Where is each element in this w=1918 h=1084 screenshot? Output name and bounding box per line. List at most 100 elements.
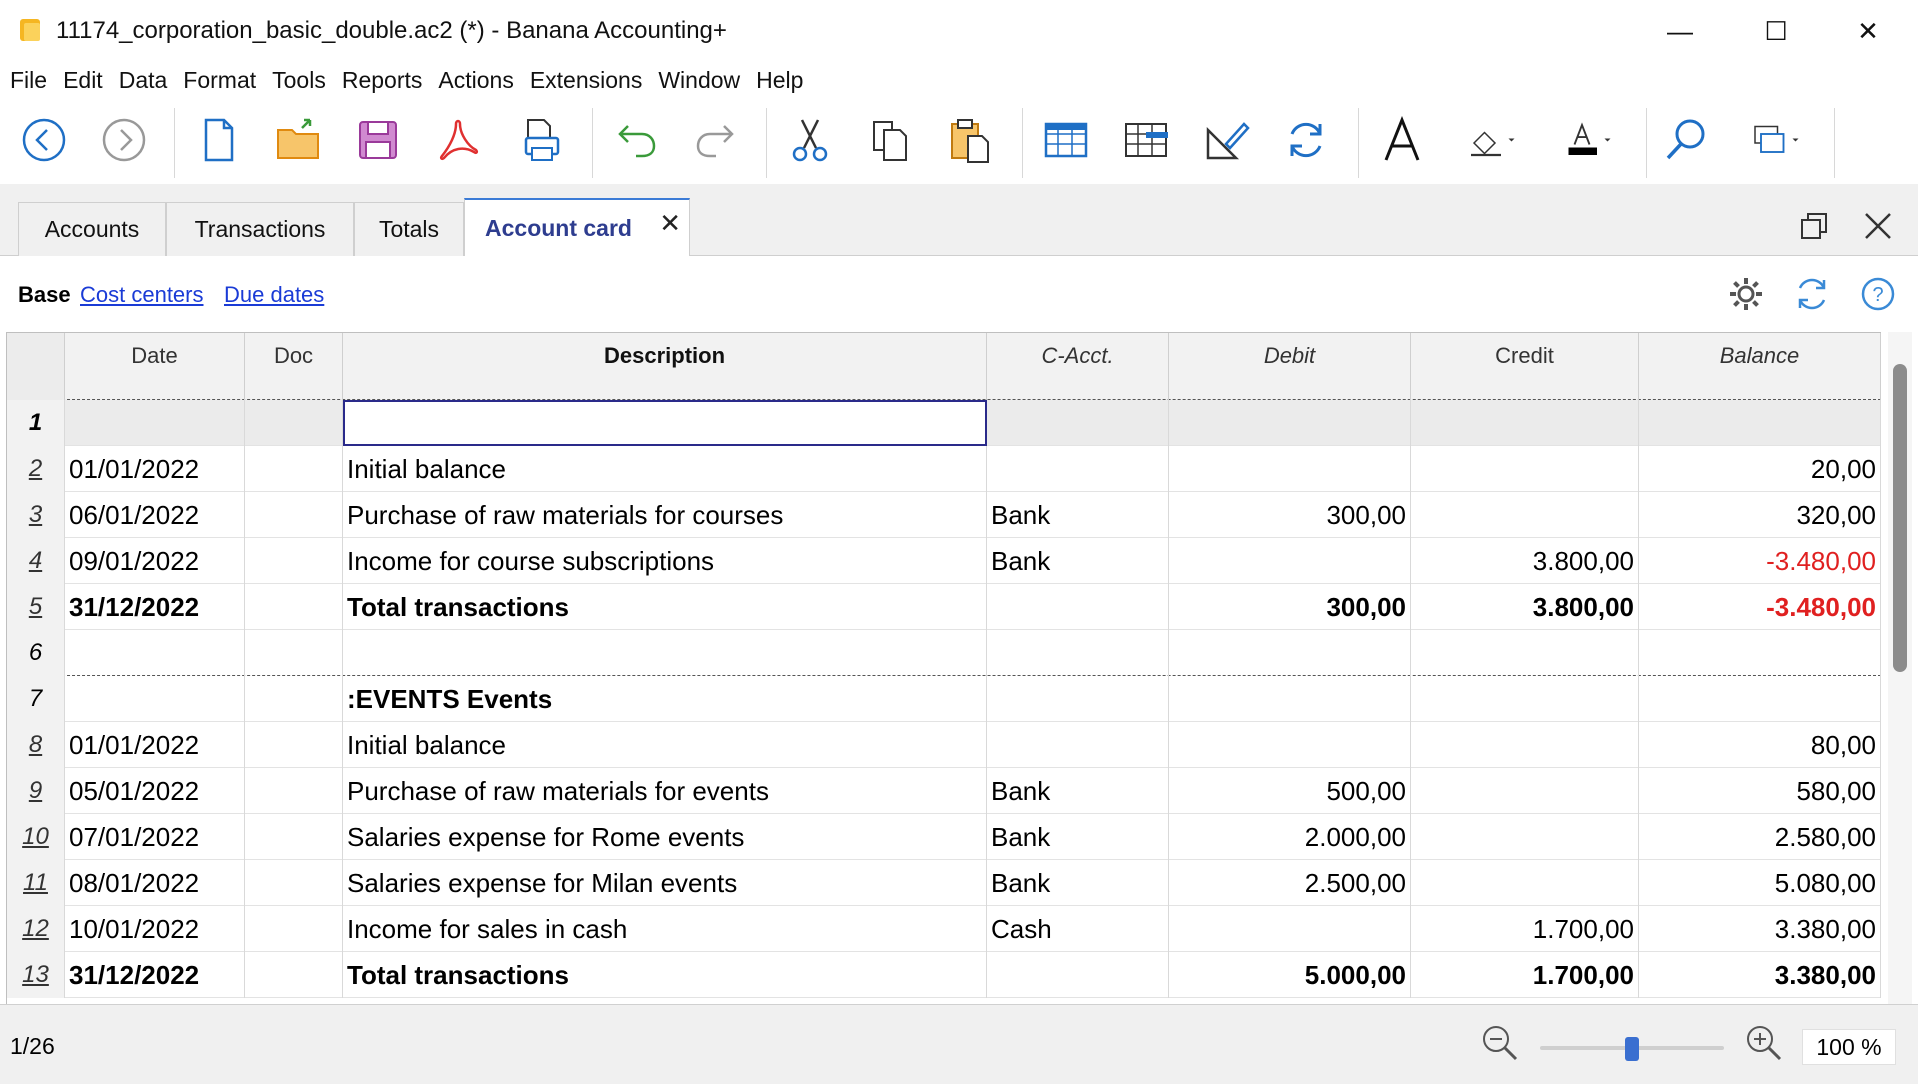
cell-doc[interactable] — [245, 400, 343, 446]
undo-button[interactable] — [608, 112, 664, 168]
close-tab-icon[interactable]: ✕ — [659, 208, 681, 239]
header-balance[interactable]: Balance — [1639, 333, 1881, 401]
refresh-icon[interactable] — [1792, 274, 1832, 314]
menu-tools[interactable]: Tools — [272, 67, 326, 94]
zoom-slider-thumb[interactable] — [1625, 1037, 1639, 1061]
cell-debit[interactable]: 300,00 — [1169, 584, 1411, 630]
settings-gear-icon[interactable] — [1726, 274, 1766, 314]
cut-button[interactable] — [782, 112, 838, 168]
cell-credit[interactable] — [1411, 400, 1639, 446]
font-button[interactable] — [1374, 112, 1430, 168]
cell-debit[interactable] — [1169, 538, 1411, 584]
row-number[interactable]: 9 — [7, 768, 65, 814]
find-button[interactable] — [1658, 112, 1714, 168]
row-number[interactable]: 10 — [7, 814, 65, 860]
cell-contra-account[interactable] — [987, 446, 1169, 492]
cell-credit[interactable] — [1411, 722, 1639, 768]
menu-edit[interactable]: Edit — [63, 67, 103, 94]
cell-credit[interactable]: 1.700,00 — [1411, 952, 1639, 998]
forward-button[interactable] — [96, 112, 152, 168]
row-number[interactable]: 3 — [7, 492, 65, 538]
cell-debit[interactable] — [1169, 400, 1411, 446]
vertical-scrollbar[interactable] — [1888, 332, 1912, 1004]
cell-description[interactable]: Salaries expense for Rome events — [343, 814, 987, 860]
cell-contra-account[interactable]: Cash — [987, 906, 1169, 952]
cell-doc[interactable] — [245, 722, 343, 768]
row-number[interactable]: 8 — [7, 722, 65, 768]
cell-description[interactable]: Income for sales in cash — [343, 906, 987, 952]
cell-doc[interactable] — [245, 768, 343, 814]
cell-credit[interactable] — [1411, 768, 1639, 814]
cell-date[interactable]: 31/12/2022 — [65, 584, 245, 630]
cell-date[interactable]: 05/01/2022 — [65, 768, 245, 814]
cell-date[interactable]: 10/01/2022 — [65, 906, 245, 952]
cell-description[interactable]: Initial balance — [343, 446, 987, 492]
insert-row-button[interactable] — [1038, 112, 1094, 168]
table-row[interactable]: 1 :COURSES Courses — [7, 400, 1881, 446]
tab-accounts[interactable]: Accounts — [18, 202, 166, 256]
tab-account-card[interactable]: Account card ✕ — [464, 198, 690, 256]
table-row[interactable]: 12 10/01/2022 Income for sales in cash Cash… — [7, 906, 1881, 952]
cell-doc[interactable] — [245, 446, 343, 492]
cell-description[interactable]: Initial balance — [343, 722, 987, 768]
paste-button[interactable] — [942, 112, 998, 168]
cell-balance[interactable]: 3.380,00 — [1639, 906, 1881, 952]
print-button[interactable] — [512, 112, 568, 168]
cell-balance[interactable] — [1639, 400, 1881, 446]
new-file-button[interactable] — [190, 112, 246, 168]
row-number[interactable]: 12 — [7, 906, 65, 952]
pdf-button[interactable] — [430, 112, 486, 168]
cell-doc[interactable] — [245, 906, 343, 952]
redo-button[interactable] — [688, 112, 744, 168]
cell-date[interactable]: 07/01/2022 — [65, 814, 245, 860]
cell-contra-account[interactable]: Bank — [987, 814, 1169, 860]
menu-format[interactable]: Format — [183, 67, 256, 94]
table-row[interactable]: 10 07/01/2022 Salaries expense for Rome ev… — [7, 814, 1881, 860]
header-credit[interactable]: Credit — [1411, 333, 1639, 401]
cell-date[interactable] — [65, 630, 245, 676]
table-row[interactable]: 2 01/01/2022 Initial balance 20,00 — [7, 446, 1881, 492]
fill-color-button[interactable] — [1454, 112, 1530, 168]
cell-debit[interactable]: 300,00 — [1169, 492, 1411, 538]
menu-file[interactable]: File — [10, 67, 47, 94]
cell-contra-account[interactable]: Bank — [987, 492, 1169, 538]
row-number[interactable]: 7 — [7, 676, 65, 722]
scrollbar-thumb[interactable] — [1893, 364, 1907, 672]
cell-credit[interactable] — [1411, 676, 1639, 722]
menu-data[interactable]: Data — [119, 67, 168, 94]
restore-pane-icon[interactable] — [1798, 210, 1830, 249]
cell-contra-account[interactable] — [987, 584, 1169, 630]
header-contra-account[interactable]: C-Acct. — [987, 333, 1169, 401]
cell-contra-account[interactable] — [987, 722, 1169, 768]
menu-actions[interactable]: Actions — [438, 67, 513, 94]
cell-balance[interactable]: 320,00 — [1639, 492, 1881, 538]
row-number[interactable]: 11 — [7, 860, 65, 906]
cell-description[interactable]: :COURSES Courses — [343, 400, 987, 446]
cell-debit[interactable]: 5.000,00 — [1169, 952, 1411, 998]
cell-credit[interactable] — [1411, 814, 1639, 860]
minimize-button[interactable]: — — [1640, 0, 1720, 62]
cell-description[interactable] — [343, 630, 987, 676]
cell-description[interactable]: Income for course subscriptions — [343, 538, 987, 584]
row-number[interactable]: 1 — [7, 400, 65, 446]
cell-balance[interactable] — [1639, 676, 1881, 722]
cell-doc[interactable] — [245, 538, 343, 584]
properties-button[interactable] — [1198, 112, 1254, 168]
cell-description[interactable]: Purchase of raw materials for events — [343, 768, 987, 814]
open-button[interactable] — [270, 112, 326, 168]
table-row[interactable]: 5 31/12/2022 Total transactions 300,00 3.800… — [7, 584, 1881, 630]
cell-balance[interactable]: -3.480,00 — [1639, 538, 1881, 584]
cell-debit[interactable]: 2.000,00 — [1169, 814, 1411, 860]
menu-reports[interactable]: Reports — [342, 67, 423, 94]
save-button[interactable] — [350, 112, 406, 168]
cell-description[interactable]: Purchase of raw materials for courses — [343, 492, 987, 538]
cell-balance[interactable]: 3.380,00 — [1639, 952, 1881, 998]
table-row[interactable]: 13 31/12/2022 Total transactions 5.000,00 1.… — [7, 952, 1881, 998]
cell-date[interactable] — [65, 400, 245, 446]
cell-contra-account[interactable] — [987, 400, 1169, 446]
close-window-button[interactable]: ✕ — [1828, 0, 1908, 62]
cell-debit[interactable] — [1169, 676, 1411, 722]
text-color-button[interactable] — [1550, 112, 1626, 168]
table-row[interactable]: 6 — [7, 630, 1881, 676]
cell-balance[interactable]: 2.580,00 — [1639, 814, 1881, 860]
